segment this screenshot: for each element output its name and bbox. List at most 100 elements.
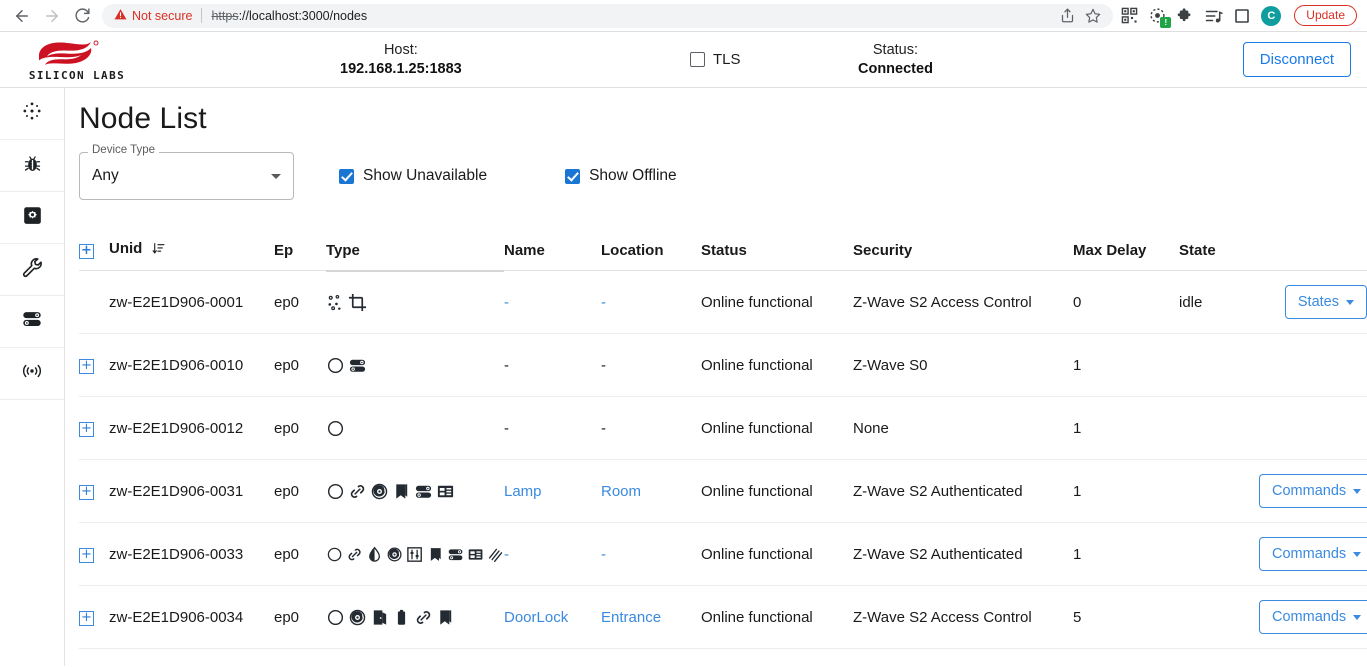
device-type-select[interactable]: Device Type Any — [79, 144, 294, 200]
omnibox-divider — [201, 8, 203, 23]
droplet-icon — [369, 546, 381, 562]
commands-dropdown-button[interactable]: Commands — [1259, 474, 1367, 508]
sidebar-item-settings[interactable] — [0, 192, 64, 244]
cell-name: DoorLock — [504, 585, 601, 649]
plus-box-icon[interactable]: + — [79, 244, 94, 259]
status-label: Status: — [872, 41, 919, 58]
sliders-icon — [407, 546, 423, 562]
extension-alert-badge: ! — [1160, 17, 1172, 28]
puzzle-extensions-icon[interactable] — [1177, 7, 1194, 24]
action-button-label: Commands — [1272, 546, 1347, 562]
column-header-type[interactable]: Type — [326, 232, 504, 272]
tls-checkbox-box[interactable] — [690, 52, 705, 67]
cell-name-text[interactable]: - — [504, 546, 509, 563]
row-expand-cell: + — [79, 459, 109, 523]
bookmark-icon — [440, 609, 452, 625]
column-header-security[interactable]: Security — [853, 232, 1073, 271]
node-table-head: + Unid Ep Type Name Location Status Secu… — [79, 232, 1367, 272]
column-header-ep[interactable]: Ep — [274, 232, 326, 271]
sidebar-item-smartstart[interactable] — [0, 296, 64, 348]
cell-max-delay-text: 5 — [1073, 608, 1082, 626]
sidebar-item-nodes[interactable] — [0, 88, 64, 140]
host-value: 192.168.1.25:1883 — [340, 60, 462, 77]
cell-security-text: Z-Wave S2 Authenticated — [853, 482, 1023, 500]
row-expand-plus-box-icon[interactable]: + — [79, 422, 94, 437]
address-bar[interactable]: Not secure https://localhost:3000/nodes — [102, 3, 1114, 28]
media-list-icon[interactable] — [1205, 7, 1223, 25]
node-table-container: + Unid Ep Type Name Location Status Secu… — [79, 232, 1367, 649]
cell-location-text[interactable]: Entrance — [601, 609, 661, 626]
cell-type — [326, 522, 504, 586]
column-header-unid[interactable]: Unid — [109, 232, 274, 271]
forward-arrow-icon[interactable] — [38, 2, 66, 30]
cell-ep: ep0 — [274, 270, 326, 334]
cell-ep: ep0 — [274, 396, 326, 460]
table-row: + zw-E2E1D906-0033 ep0 - - Online functional Z… — [79, 522, 1367, 586]
sidebar-item-rf-telemetry[interactable] — [0, 348, 64, 400]
row-expand-plus-box-icon[interactable]: + — [79, 485, 94, 500]
cell-security-text: Z-Wave S2 Access Control — [853, 293, 1032, 311]
sort-descending-icon[interactable] — [152, 242, 165, 259]
disconnect-button[interactable]: Disconnect — [1242, 42, 1351, 77]
sidebar-item-debug[interactable] — [0, 140, 64, 192]
show-unavailable-checkbox[interactable]: Show Unavailable — [339, 167, 487, 185]
cell-location-text[interactable]: - — [601, 294, 606, 311]
cell-ep-text: ep0 — [274, 608, 300, 626]
network-dots-icon — [327, 294, 342, 311]
bookmark-icon — [396, 483, 408, 499]
star-icon[interactable] — [1085, 8, 1101, 24]
show-offline-checkbox[interactable]: Show Offline — [565, 167, 677, 185]
column-header-state[interactable]: State — [1179, 232, 1259, 271]
column-header-location[interactable]: Location — [601, 232, 701, 271]
circle-icon — [327, 357, 344, 373]
extension-loading-icon[interactable]: ! — [1149, 7, 1172, 28]
tls-checkbox[interactable]: TLS — [690, 51, 741, 68]
column-header-max-delay[interactable]: Max Delay — [1073, 232, 1179, 271]
row-expand-plus-box-icon[interactable]: + — [79, 611, 94, 626]
cell-location-text: - — [601, 356, 606, 374]
cell-name-text[interactable]: DoorLock — [504, 609, 568, 626]
cell-max-delay: 1 — [1073, 396, 1179, 460]
avatar[interactable]: C — [1261, 5, 1282, 26]
connection-status: Status: Connected — [858, 41, 933, 79]
chevron-down-icon[interactable] — [271, 173, 281, 179]
cell-security-text: Z-Wave S2 Authenticated — [853, 545, 1023, 563]
cell-name-text[interactable]: Lamp — [504, 483, 542, 500]
expand-all-cell: + — [79, 232, 109, 271]
reload-icon[interactable] — [68, 2, 96, 30]
column-header-name[interactable]: Name — [504, 232, 601, 271]
column-header-status[interactable]: Status — [701, 232, 853, 271]
cell-location-text[interactable]: - — [601, 546, 606, 563]
cell-name-text[interactable]: - — [504, 294, 509, 311]
row-expand-plus-box-icon[interactable]: + — [79, 548, 94, 563]
link-icon — [348, 548, 361, 560]
sidebar-item-tools[interactable] — [0, 244, 64, 296]
show-offline-checkbox-box[interactable] — [565, 168, 581, 184]
back-arrow-icon[interactable] — [8, 2, 36, 30]
server-stack-icon — [415, 485, 432, 498]
states-dropdown-button[interactable]: States — [1284, 285, 1367, 319]
commands-dropdown-button[interactable]: Commands — [1259, 600, 1367, 634]
type-icon-list — [326, 545, 504, 564]
cell-location-text[interactable]: Room — [601, 483, 641, 500]
share-icon[interactable] — [1060, 8, 1075, 23]
url-rest: ://localhost:3000/nodes — [238, 8, 368, 23]
cell-ep: ep0 — [274, 522, 326, 586]
commands-dropdown-button[interactable]: Commands — [1259, 537, 1367, 571]
cell-status-text: Online functional — [701, 356, 813, 374]
show-unavailable-checkbox-box[interactable] — [339, 168, 354, 184]
row-expand-plus-box-icon[interactable]: + — [79, 359, 94, 374]
browser-extension-icons: ! C Update — [1121, 5, 1359, 28]
sidebar — [0, 88, 65, 666]
bug-icon — [22, 153, 43, 179]
show-unavailable-label: Show Unavailable — [363, 167, 488, 184]
qr-code-icon[interactable] — [1121, 7, 1138, 24]
cell-state — [1179, 522, 1259, 586]
side-panel-icon[interactable] — [1234, 8, 1250, 24]
cell-ep-text: ep0 — [274, 293, 300, 311]
silicon-labs-logo: SILICON LABS — [0, 38, 150, 82]
update-button[interactable]: Update — [1294, 5, 1357, 26]
node-table: + Unid Ep Type Name Location Status Secu… — [79, 232, 1367, 649]
device-type-select-box[interactable]: Any — [79, 152, 294, 200]
battery-icon — [397, 609, 406, 625]
